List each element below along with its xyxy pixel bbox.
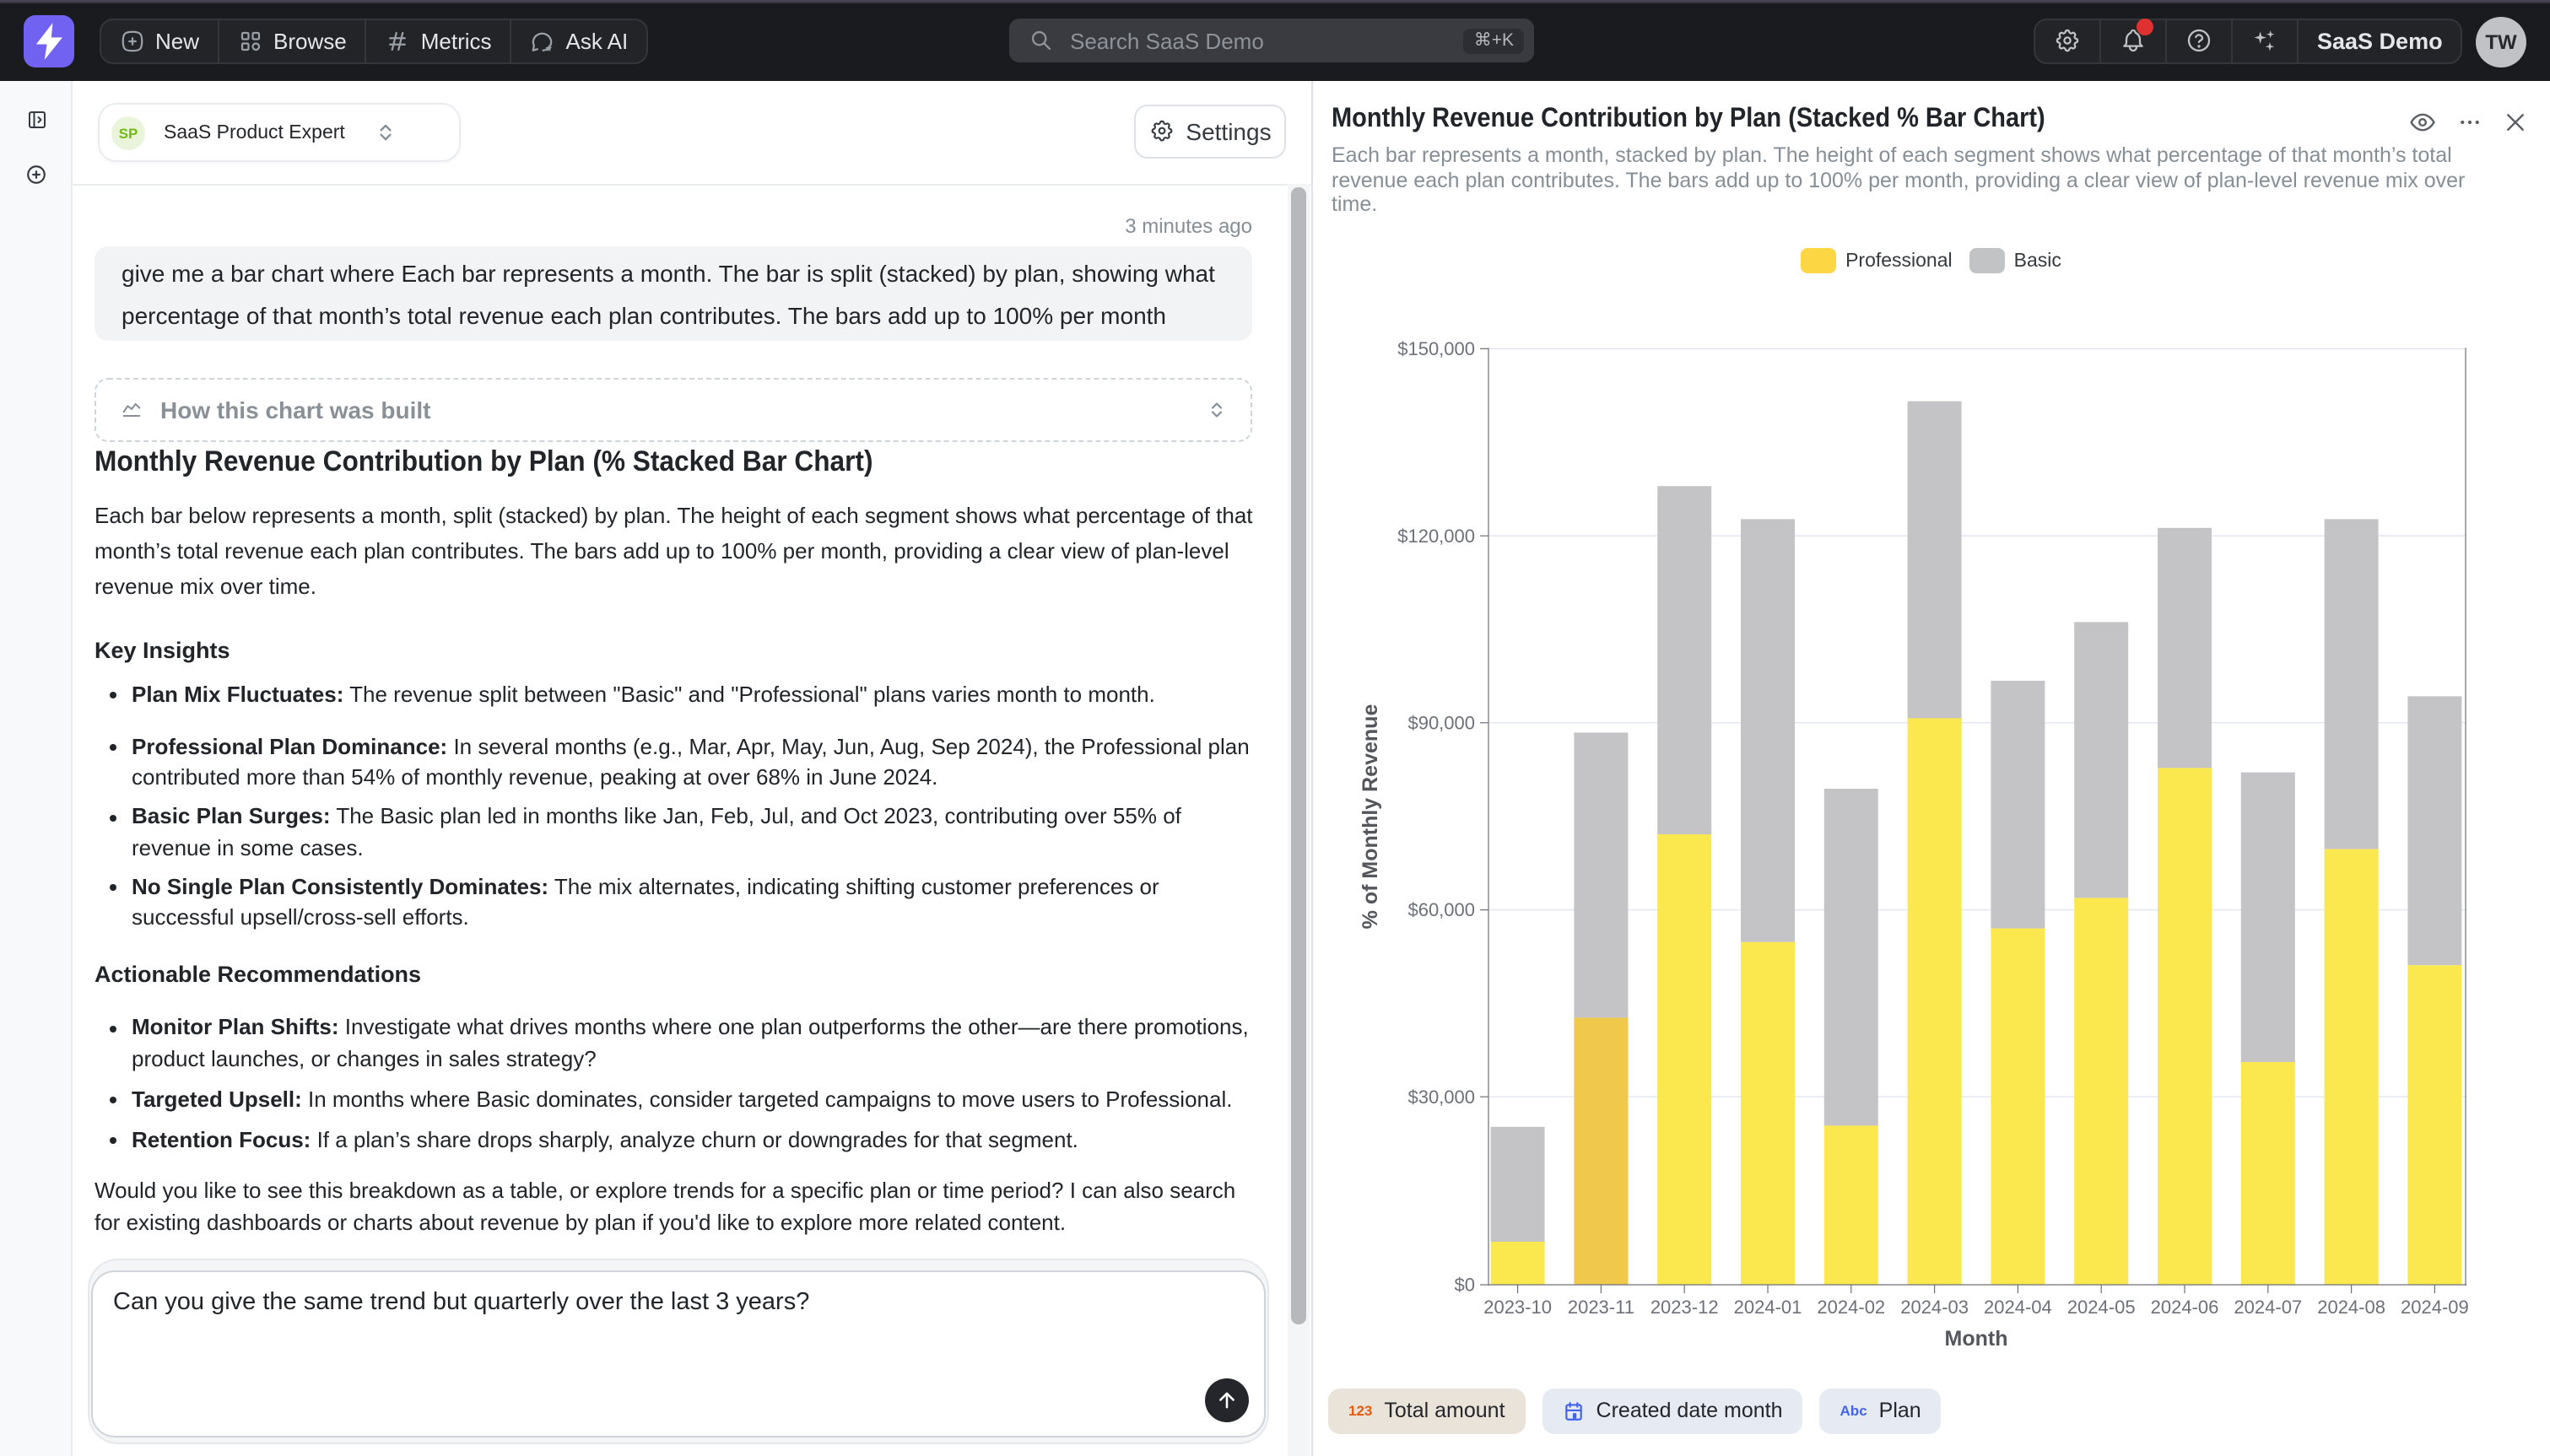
svg-text:$30,000: $30,000 [1407,1087,1474,1108]
svg-text:$90,000: $90,000 [1407,712,1474,733]
svg-text:2024-03: 2024-03 [1899,1297,1968,1318]
svg-text:2024-02: 2024-02 [1816,1297,1884,1318]
svg-text:2023-12: 2023-12 [1650,1297,1718,1318]
svg-text:$120,000: $120,000 [1397,526,1474,547]
svg-text:$150,000: $150,000 [1397,338,1474,359]
svg-text:$60,000: $60,000 [1407,899,1474,920]
svg-text:2023-10: 2023-10 [1483,1297,1551,1318]
svg-text:2024-06: 2024-06 [2150,1297,2218,1318]
svg-text:$0: $0 [1454,1275,1474,1296]
svg-text:2024-08: 2024-08 [2316,1297,2385,1318]
svg-text:2023-11: 2023-11 [1567,1297,1634,1318]
svg-text:2024-01: 2024-01 [1733,1297,1802,1318]
svg-text:% of Monthly Revenue: % of Monthly Revenue [1358,704,1381,930]
svg-text:2024-04: 2024-04 [1983,1297,2051,1318]
svg-text:2024-05: 2024-05 [2066,1297,2135,1318]
svg-text:2024-09: 2024-09 [2400,1297,2468,1318]
svg-text:Month: Month [1944,1327,2007,1351]
svg-text:2024-07: 2024-07 [2233,1297,2301,1318]
